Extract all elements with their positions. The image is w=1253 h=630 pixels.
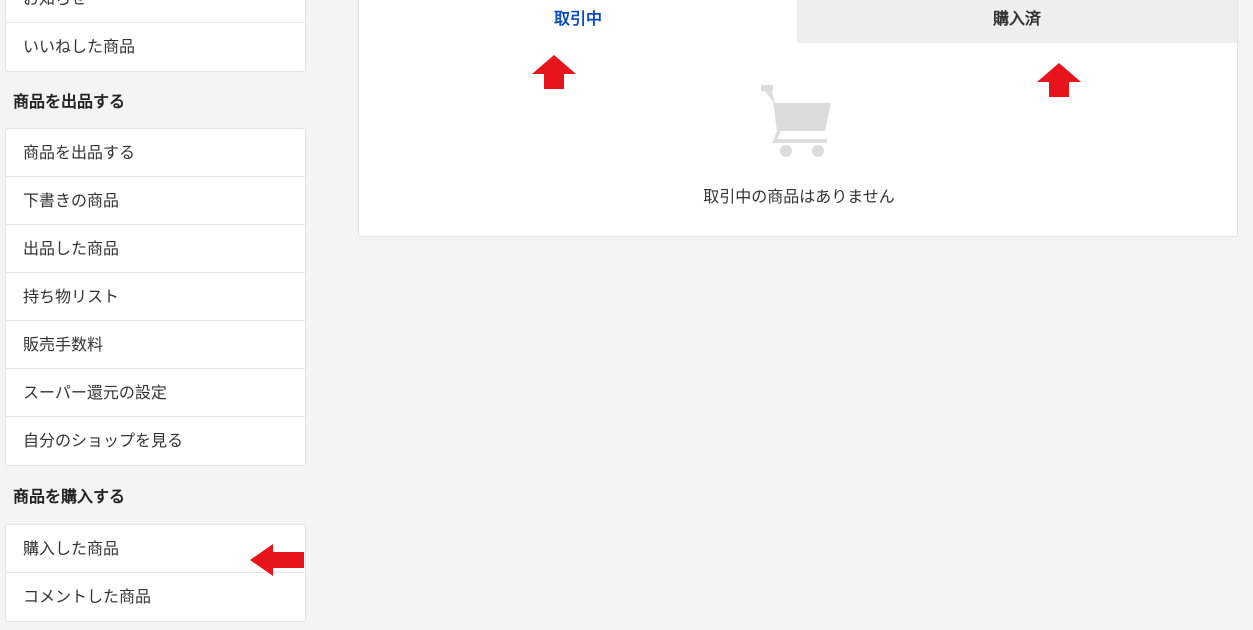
sidebar-item-my-shop[interactable]: 自分のショップを見る xyxy=(6,417,305,465)
sidebar-item-list-item[interactable]: 商品を出品する xyxy=(6,129,305,177)
left-arrow-icon xyxy=(250,544,304,576)
up-arrow-icon xyxy=(1037,63,1081,97)
sidebar-item-belongings[interactable]: 持ち物リスト xyxy=(6,273,305,321)
buy-section-heading: 商品を購入する xyxy=(13,487,126,506)
sidebar-item-liked[interactable]: いいねした商品 xyxy=(6,23,305,71)
sidebar-item-listed[interactable]: 出品した商品 xyxy=(6,225,305,273)
sidebar-item-drafts[interactable]: 下書きの商品 xyxy=(6,177,305,225)
empty-state-message: 取引中の商品はありません xyxy=(703,187,895,206)
sidebar-item-commented[interactable]: コメントした商品 xyxy=(6,573,305,621)
tab-bar: 取引中 購入済 xyxy=(358,0,1238,44)
empty-state-panel: 取引中の商品はありません xyxy=(358,43,1238,237)
up-arrow-icon xyxy=(532,55,576,89)
cart-icon xyxy=(761,85,831,157)
sell-section-heading: 商品を出品する xyxy=(13,92,126,111)
main-content: 取引中 購入済 取引中の商品はありません xyxy=(358,0,1238,237)
sidebar-menu-top: お知らせ いいねした商品 xyxy=(5,0,306,72)
page: お知らせ いいねした商品 商品を出品する 商品を出品する 下書きの商品 出品した… xyxy=(0,0,1253,630)
sidebar-item-notifications[interactable]: お知らせ xyxy=(6,0,305,23)
sidebar-menu-sell: 商品を出品する 下書きの商品 出品した商品 持ち物リスト 販売手数料 スーパー還… xyxy=(5,128,306,466)
sidebar-item-super-return[interactable]: スーパー還元の設定 xyxy=(6,369,305,417)
tab-in-progress[interactable]: 取引中 xyxy=(358,0,797,44)
sidebar-item-fees[interactable]: 販売手数料 xyxy=(6,321,305,369)
tab-purchased[interactable]: 購入済 xyxy=(797,0,1238,44)
